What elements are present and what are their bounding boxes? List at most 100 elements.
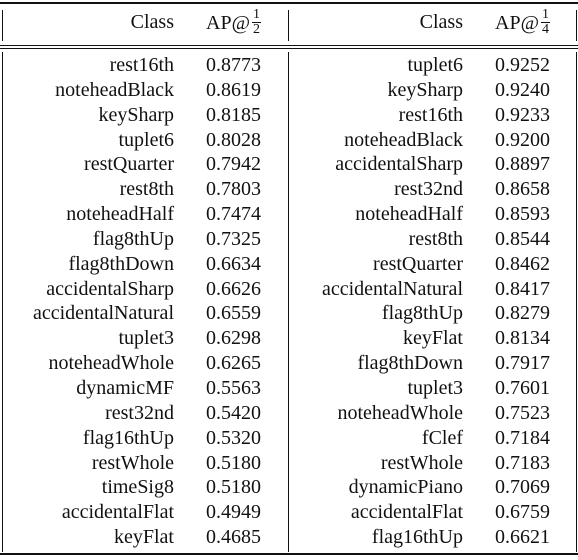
table-row: tuplet6 0.8028 [0,128,288,153]
class-name-cell: dynamicMF [76,376,174,399]
table-row: tuplet3 0.6298 [0,326,288,351]
ap-value-cell: 0.4685 [206,526,261,549]
ap-value-cell: 0.6621 [495,526,550,549]
ap-value-cell: 0.7803 [206,178,261,201]
ap-value-cell: 0.6265 [206,352,261,375]
table-row: fClef 0.7184 [289,426,577,451]
table-row: keySharp 0.9240 [289,78,577,103]
table-row: noteheadHalf 0.8593 [289,202,577,227]
table-row: rest8th 0.8544 [289,227,577,252]
class-name-cell: accidentalFlat [350,501,463,524]
class-name-cell: rest8th [119,178,174,201]
class-name-cell: noteheadWhole [337,401,464,424]
class-name-cell: flag8thUp [381,302,463,325]
ap-value-cell: 0.8897 [495,153,550,176]
class-name-cell: accidentalSharp [335,153,463,176]
class-name-cell: keySharp [98,103,174,126]
class-name-cell: flag16thUp [371,526,463,549]
class-name-cell: flag8thDown [357,352,463,375]
header-rule [0,45,578,46]
ap-value-cell: 0.5563 [206,376,261,399]
ap-value-cell: 0.6559 [206,302,261,325]
ap-value-cell: 0.4949 [206,501,261,524]
left-header-ap: AP@ 1 2 [206,7,261,39]
fraction-denominator: 2 [252,22,260,37]
class-name-cell: rest32nd [105,401,174,424]
class-name-cell: restQuarter [373,252,463,275]
table-row: rest32nd 0.8658 [289,177,577,202]
class-name-cell: noteheadBlack [344,128,463,151]
class-name-cell: flag8thDown [68,252,174,275]
class-name-cell: tuplet3 [118,327,174,350]
table-row: flag8thUp 0.7325 [0,227,288,252]
ap-value-cell: 0.9200 [495,128,550,151]
table-row: tuplet3 0.7601 [289,376,577,401]
class-name-cell: fClef [421,426,463,449]
table-row: accidentalFlat 0.6759 [289,500,577,525]
ap-value-cell: 0.5420 [206,401,261,424]
table-row: restWhole 0.5180 [0,451,288,476]
class-name-cell: keyFlat [114,526,174,549]
class-name-cell: accidentalNatural [321,277,463,300]
ap-value-cell: 0.7183 [495,451,550,474]
table-row: flag16thUp 0.5320 [0,426,288,451]
class-name-cell: tuplet6 [118,128,174,151]
table-row: timeSig8 0.5180 [0,475,288,500]
bottom-rule [0,553,578,555]
table-row: noteheadHalf 0.7474 [0,202,288,227]
ap-value-cell: 0.5180 [206,451,261,474]
ap-value-cell: 0.8544 [495,227,550,250]
table-row: dynamicPiano 0.7069 [289,475,577,500]
ap-value-cell: 0.7184 [495,426,550,449]
class-name-cell: flag8thUp [92,227,174,250]
class-name-cell: rest16th [398,103,463,126]
right-header-ap-label: AP@ [495,12,539,35]
table-row: keyFlat 0.4685 [0,525,288,550]
ap-value-cell: 0.7917 [495,352,550,375]
ap-value-cell: 0.8028 [206,128,261,151]
class-name-cell: dynamicPiano [348,476,463,499]
class-name-cell: accidentalFlat [61,501,174,524]
ap-value-cell: 0.6626 [206,277,261,300]
ap-value-cell: 0.8619 [206,78,261,101]
table-row: rest16th 0.8773 [0,53,288,78]
right-header-ap: AP@ 1 4 [495,7,550,39]
table-row: tuplet6 0.9252 [289,53,577,78]
ap-value-cell: 0.8185 [206,103,261,126]
ap-value-cell: 0.6759 [495,501,550,524]
table-row: rest32nd 0.5420 [0,401,288,426]
class-name-cell: timeSig8 [101,476,174,499]
ap-value-cell: 0.7942 [206,153,261,176]
fraction-numerator: 1 [540,7,550,23]
table-row: restQuarter 0.7942 [0,152,288,177]
left-table-body: rest16th 0.8773 noteheadBlack 0.8619 keyShar… [0,53,288,550]
ap-value-cell: 0.7069 [495,476,550,499]
table-row: flag8thDown 0.7917 [289,351,577,376]
class-name-cell: restWhole [380,451,463,474]
ap-value-cell: 0.8279 [495,302,550,325]
fraction-numerator: 1 [251,7,261,23]
class-name-cell: accidentalSharp [46,277,174,300]
class-name-cell: noteheadWhole [48,352,175,375]
left-header-ap-label: AP@ [206,12,250,35]
table-row: keySharp 0.8185 [0,103,288,128]
class-name-cell: accidentalNatural [32,302,174,325]
class-name-cell: noteheadHalf [66,203,174,226]
class-name-cell: restQuarter [84,153,174,176]
class-name-cell: flag16thUp [82,426,174,449]
center-divider [288,10,289,41]
table-row: accidentalSharp 0.8897 [289,152,577,177]
ap-value-cell: 0.8773 [206,54,261,76]
table-row: noteheadWhole 0.7523 [289,401,577,426]
table-row: noteheadBlack 0.8619 [0,78,288,103]
left-border [2,10,3,41]
table-row: accidentalNatural 0.8417 [289,277,577,302]
table-row: restWhole 0.7183 [289,451,577,476]
table-row: rest8th 0.7803 [0,177,288,202]
left-header-class: Class [130,11,174,33]
ap-value-cell: 0.8417 [495,277,550,300]
class-name-cell: keySharp [387,78,463,101]
table-row: flag16thUp 0.6621 [289,525,577,550]
left-header-fraction: 12 [251,7,261,37]
right-border [576,10,577,41]
